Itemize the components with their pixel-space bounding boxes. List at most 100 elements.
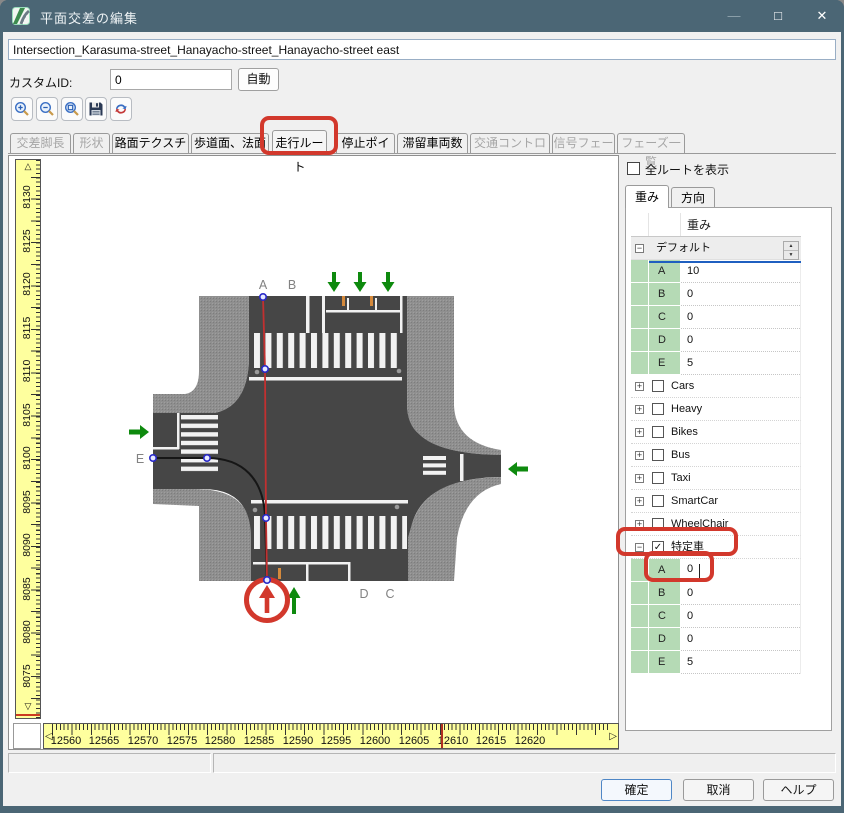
tab-phase-list[interactable]: フェーズ一覧 [617, 133, 685, 153]
vertical-ruler: △ 8130 8125 8120 8115 8110 8105 8100 809… [15, 159, 41, 719]
h-ruler-label: 12565 [89, 735, 120, 747]
intersection-name-field[interactable] [8, 39, 836, 60]
table-row[interactable]: D0 [631, 628, 801, 651]
expand-icon[interactable]: + [635, 451, 644, 460]
auto-button[interactable]: 自動 [238, 68, 279, 91]
ruler-scroll-up-icon[interactable]: △ [16, 161, 40, 172]
cars-checkbox[interactable] [652, 380, 664, 392]
tab-road-texture[interactable]: 路面テクスチャ [112, 133, 189, 153]
table-row[interactable]: B0 [631, 582, 801, 605]
leg-label-e: E [136, 452, 144, 466]
leg-label-a: A [259, 278, 268, 292]
table-row[interactable]: E5 [631, 651, 801, 674]
custom-id-label: カスタムID: [9, 74, 72, 91]
leg-label-b: B [288, 278, 296, 292]
show-all-routes-checkbox[interactable] [627, 162, 640, 175]
show-all-routes-label: 全ルートを表示 [645, 161, 729, 178]
window-title: 平面交差の編集 [40, 8, 138, 27]
tab-sidewalk-slope[interactable]: 歩道面、法面 [191, 133, 269, 153]
status-bar-right [213, 753, 836, 773]
leg-label-c: C [385, 587, 394, 601]
ruler-scroll-down-icon[interactable]: ▽ [16, 701, 40, 712]
v-ruler-label: 8075 [21, 656, 33, 696]
app-icon [12, 7, 30, 25]
zoom-region-icon [64, 100, 80, 118]
expand-icon[interactable]: + [635, 428, 644, 437]
status-bar-left [8, 753, 211, 773]
h-ruler-marker [441, 724, 443, 748]
table-row-bus[interactable]: +Bus [631, 444, 801, 467]
h-ruler-label: 12595 [321, 735, 352, 747]
collapse-icon[interactable]: − [635, 244, 644, 253]
bus-checkbox[interactable] [652, 449, 664, 461]
v-ruler-label: 8090 [21, 525, 33, 565]
save-icon [88, 100, 104, 118]
tab-signal-phase[interactable]: 信号フェーズ [552, 133, 615, 153]
expand-icon[interactable]: + [635, 497, 644, 506]
ruler-scroll-right-icon[interactable]: ▷ [609, 731, 617, 742]
weights-table-header: 重み [631, 213, 801, 237]
h-ruler-label: 12570 [128, 735, 159, 747]
taxi-checkbox[interactable] [652, 472, 664, 484]
save-button[interactable] [85, 97, 107, 121]
table-row[interactable]: D0 [631, 329, 801, 352]
weight-spinner[interactable]: ▲ ▼ [783, 241, 799, 260]
tab-queued-vehicles[interactable]: 滞留車両数 [397, 133, 468, 153]
expand-icon[interactable]: + [635, 474, 644, 483]
bikes-checkbox[interactable] [652, 426, 664, 438]
h-ruler-label: 12585 [244, 735, 275, 747]
maximize-button[interactable]: □ [756, 0, 800, 32]
table-row[interactable]: B0 [631, 283, 801, 306]
expand-icon[interactable]: + [635, 382, 644, 391]
table-row[interactable]: C0 [631, 605, 801, 628]
tab-leg-length[interactable]: 交差脚長 [10, 133, 71, 153]
zoom-out-button[interactable] [36, 97, 58, 121]
table-row-taxi[interactable]: +Taxi [631, 467, 801, 490]
cancel-button[interactable]: 取消 [683, 779, 754, 801]
annotation-box-weight-a [644, 551, 714, 582]
h-ruler-label: 12620 [515, 735, 546, 747]
table-row-heavy[interactable]: +Heavy [631, 398, 801, 421]
panel-tab-direction[interactable]: 方向 [671, 187, 715, 207]
expand-icon[interactable]: + [635, 405, 644, 414]
v-ruler-label: 8120 [21, 264, 33, 304]
ruler-corner-box [13, 723, 41, 749]
table-row[interactable]: C0 [631, 306, 801, 329]
heavy-checkbox[interactable] [652, 403, 664, 415]
edit-row-focus-underline [649, 261, 801, 263]
table-row[interactable]: E5 [631, 352, 801, 375]
table-row-cars[interactable]: +Cars [631, 375, 801, 398]
h-ruler-major-ticks [52, 724, 610, 735]
zoom-in-button[interactable] [11, 97, 33, 121]
panel-tab-weight[interactable]: 重み [625, 185, 669, 208]
close-button[interactable]: ✕ [800, 0, 844, 32]
tabbar-baseline [8, 153, 836, 154]
confirm-button[interactable]: 確定 [601, 779, 672, 801]
zoom-region-button[interactable] [61, 97, 83, 121]
v-ruler-label: 8125 [21, 221, 33, 261]
intersection-drawing[interactable]: A B E D C [45, 166, 618, 714]
tab-stop-point[interactable]: 停止ポイント [336, 133, 395, 153]
table-row-default-group[interactable]: − デフォルト [631, 237, 801, 260]
smartcar-checkbox[interactable] [652, 495, 664, 507]
custom-id-field[interactable] [110, 69, 232, 90]
v-ruler-label: 8080 [21, 612, 33, 652]
table-row[interactable]: A10 [631, 260, 801, 283]
refresh-icon [113, 100, 129, 118]
spinner-up-icon: ▲ [784, 242, 798, 251]
h-ruler-label: 12615 [476, 735, 507, 747]
v-ruler-marker [16, 714, 40, 716]
help-button[interactable]: ヘルプ [763, 779, 834, 801]
h-ruler-label: 12560 [51, 735, 82, 747]
refresh-button[interactable] [110, 97, 132, 121]
v-ruler-label: 8110 [21, 351, 33, 391]
tab-traffic-control[interactable]: 交通コントロール [470, 133, 550, 153]
spinner-down-icon: ▼ [784, 251, 798, 260]
minimize-button[interactable]: — [712, 0, 756, 32]
intersection-canvas[interactable]: △ 8130 8125 8120 8115 8110 8105 8100 809… [8, 155, 619, 750]
table-row-bikes[interactable]: +Bikes [631, 421, 801, 444]
zoom-in-icon [14, 100, 30, 118]
table-row-smartcar[interactable]: +SmartCar [631, 490, 801, 513]
tab-shape[interactable]: 形状 [73, 133, 110, 153]
leg-label-d: D [359, 587, 368, 601]
